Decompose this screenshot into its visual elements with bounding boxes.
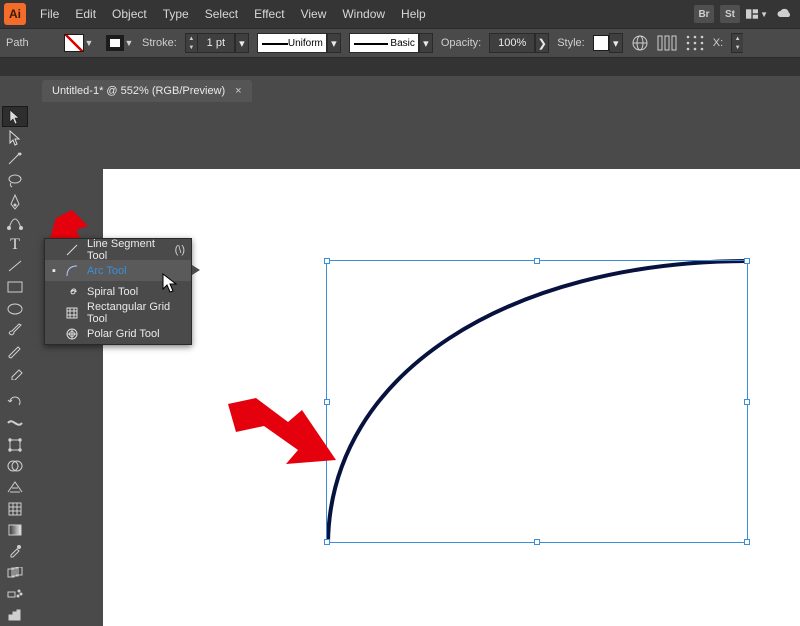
variable-width-profile-dropdown[interactable]: Uniform ▾ (257, 33, 341, 53)
bridge-icon[interactable]: Br (694, 5, 714, 23)
transform-panel-icon[interactable] (685, 34, 705, 52)
tool-lasso[interactable] (2, 170, 28, 191)
tool-line-segment[interactable] (2, 255, 28, 276)
tool-paintbrush[interactable] (2, 320, 28, 341)
menu-select[interactable]: Select (197, 7, 246, 21)
menu-help[interactable]: Help (393, 7, 434, 21)
opacity-label: Opacity: (441, 37, 481, 49)
control-bar: Path ▼ ▼ Stroke: ▲▼ 1 pt ▾ Uniform ▾ Bas… (0, 28, 800, 58)
app-logo-icon: Ai (4, 3, 26, 25)
arrange-documents-icon[interactable]: ▼ (746, 4, 768, 24)
stroke-label: Stroke: (142, 37, 177, 49)
flyout-item-polar-grid[interactable]: Polar Grid Tool (45, 323, 191, 344)
tool-rotate[interactable] (2, 391, 28, 412)
rect-grid-icon (65, 307, 79, 319)
menu-object[interactable]: Object (104, 7, 155, 21)
opacity-input[interactable]: 100% ❯ (489, 33, 549, 53)
canvas-overlay (30, 102, 800, 626)
tool-symbol-sprayer[interactable] (2, 583, 28, 604)
flyout-label: Arc Tool (87, 265, 185, 277)
tool-magic-wand[interactable] (2, 149, 28, 170)
menu-window[interactable]: Window (334, 7, 393, 21)
recolor-artwork-icon[interactable] (631, 34, 649, 52)
arc-icon (65, 265, 79, 277)
tool-shape-builder[interactable] (2, 455, 28, 476)
brush-definition-dropdown[interactable]: Basic ▾ (349, 33, 433, 53)
flyout-item-spiral[interactable]: Spiral Tool (45, 281, 191, 302)
document-tab-title: Untitled-1* @ 552% (RGB/Preview) (52, 85, 225, 97)
stroke-weight-stepper[interactable]: ▲▼ 1 pt ▾ (185, 33, 249, 53)
line-icon (65, 244, 79, 256)
canvas[interactable] (30, 102, 800, 626)
close-tab-icon[interactable]: × (235, 85, 241, 97)
align-panel-icon[interactable] (657, 34, 677, 52)
sync-icon[interactable] (774, 4, 796, 24)
document-tab-bar: Untitled-1* @ 552% (RGB/Preview) × (0, 76, 800, 102)
flyout-item-rectangular-grid[interactable]: Rectangular Grid Tool (45, 302, 191, 323)
menu-type[interactable]: Type (155, 7, 197, 21)
flyout-label: Rectangular Grid Tool (87, 301, 185, 325)
menu-bar: Ai File Edit Object Type Select Effect V… (0, 0, 800, 28)
fill-swatch[interactable]: ▼ (64, 34, 94, 52)
line-tool-flyout: Line Segment Tool (\) ▪ Arc Tool Spiral … (44, 238, 192, 345)
panel-strip (0, 58, 800, 76)
flyout-label: Spiral Tool (87, 286, 185, 298)
tool-column-graph[interactable] (2, 605, 28, 626)
tool-gradient[interactable] (2, 519, 28, 540)
selection-type-label: Path (6, 37, 56, 49)
stock-icon[interactable]: St (720, 5, 740, 23)
stroke-swatch[interactable]: ▼ (102, 35, 134, 51)
x-stepper[interactable]: ▲▼ (731, 33, 743, 53)
selection-bounding-box[interactable] (326, 260, 748, 543)
style-label: Style: (557, 37, 585, 49)
spiral-icon (65, 286, 79, 298)
stroke-weight-value[interactable]: 1 pt (197, 33, 235, 53)
tool-eyedropper[interactable] (2, 541, 28, 562)
graphic-style-dropdown[interactable]: ▾ (593, 33, 623, 53)
flyout-shortcut: (\) (175, 244, 185, 256)
menu-file[interactable]: File (32, 7, 67, 21)
tool-blend[interactable] (2, 562, 28, 583)
flyout-label: Polar Grid Tool (87, 328, 185, 340)
x-label: X: (713, 37, 723, 49)
polar-grid-icon (65, 328, 79, 340)
tool-mesh[interactable] (2, 498, 28, 519)
main-area: T (0, 102, 800, 626)
tool-selection[interactable] (2, 106, 28, 127)
tool-perspective-grid[interactable] (2, 477, 28, 498)
tool-rectangle[interactable] (2, 277, 28, 298)
tool-direct-selection[interactable] (2, 127, 28, 148)
flyout-item-arc[interactable]: ▪ Arc Tool (45, 260, 191, 281)
menu-edit[interactable]: Edit (67, 7, 104, 21)
tool-pencil[interactable] (2, 341, 28, 362)
tool-free-transform[interactable] (2, 434, 28, 455)
annotation-arrow-arc (228, 398, 338, 483)
tool-pen[interactable] (2, 191, 28, 212)
menu-effect[interactable]: Effect (246, 7, 292, 21)
tool-type[interactable]: T (2, 234, 28, 255)
tools-panel: T (0, 102, 30, 626)
menu-view[interactable]: View (293, 7, 335, 21)
flyout-label: Line Segment Tool (87, 238, 167, 262)
document-tab[interactable]: Untitled-1* @ 552% (RGB/Preview) × (42, 80, 252, 102)
tool-width[interactable] (2, 413, 28, 434)
tool-eraser[interactable] (2, 362, 28, 383)
tool-ellipse[interactable] (2, 298, 28, 319)
tool-curvature[interactable] (2, 213, 28, 234)
flyout-item-line-segment[interactable]: Line Segment Tool (\) (45, 239, 191, 260)
